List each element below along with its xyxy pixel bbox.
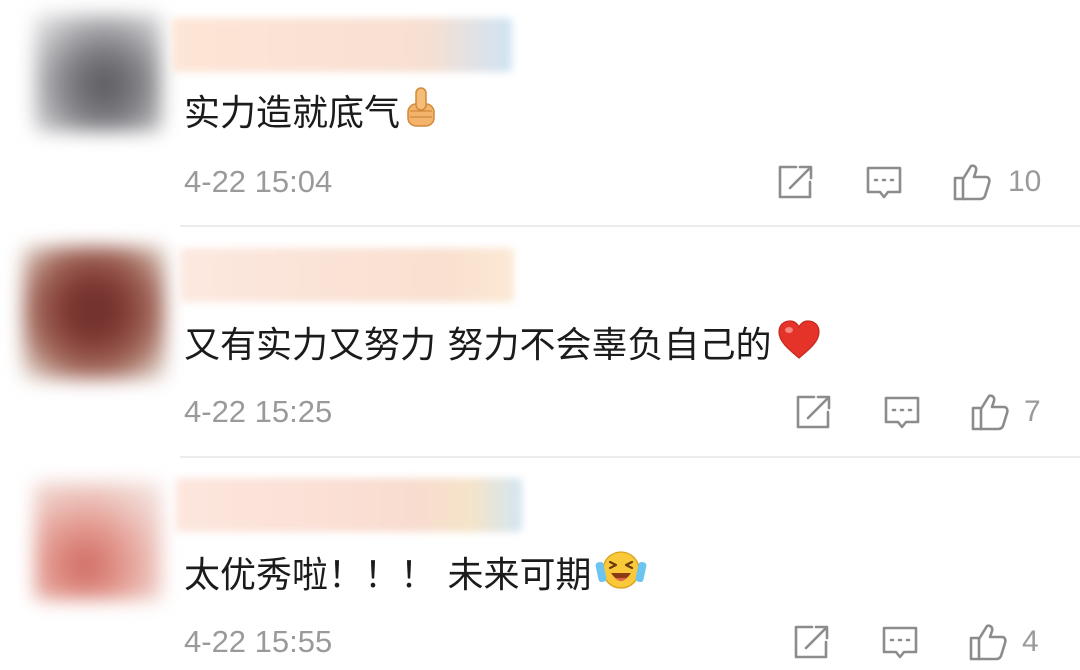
like-icon[interactable] xyxy=(970,392,1010,432)
like-count: 4 xyxy=(1022,625,1039,658)
username-blurred[interactable] xyxy=(180,248,514,302)
comment-text-content: 实力造就底气 xyxy=(184,92,401,134)
comment-text-content: 又有实力又努力 努力不会辜负自己的 xyxy=(184,324,772,366)
divider xyxy=(180,225,1080,227)
comment-time: 4-22 15:04 xyxy=(184,164,333,199)
thumbs-up-emoji xyxy=(404,86,440,141)
avatar[interactable] xyxy=(34,14,162,132)
share-icon[interactable] xyxy=(794,392,834,432)
red-heart-emoji xyxy=(775,318,823,373)
reply-icon[interactable] xyxy=(880,622,920,662)
comment-time: 4-22 15:55 xyxy=(184,624,333,659)
reply-icon[interactable] xyxy=(864,162,904,202)
comment-time: 4-22 15:25 xyxy=(184,394,333,429)
reply-icon[interactable] xyxy=(882,392,922,432)
comment-text: 又有实力又努力 努力不会辜负自己的 xyxy=(184,318,823,373)
avatar[interactable] xyxy=(34,482,162,600)
username-blurred[interactable] xyxy=(172,18,512,72)
share-icon[interactable] xyxy=(792,622,832,662)
like-icon[interactable] xyxy=(952,162,992,202)
comment-item: 实力造就底气 4-22 15:04 10 xyxy=(0,0,1080,227)
like-count: 7 xyxy=(1024,395,1041,428)
avatar[interactable] xyxy=(22,246,166,380)
like-icon[interactable] xyxy=(968,622,1008,662)
share-icon[interactable] xyxy=(776,162,816,202)
like-count: 10 xyxy=(1008,165,1042,198)
comment-text-content: 太优秀啦！！！ 未来可期 xyxy=(184,554,592,596)
comment-text: 太优秀啦！！！ 未来可期 xyxy=(184,548,647,603)
username-blurred[interactable] xyxy=(176,478,522,532)
laughing-tears-emoji xyxy=(595,548,647,603)
divider xyxy=(180,456,1080,458)
comment-text: 实力造就底气 xyxy=(184,86,440,141)
